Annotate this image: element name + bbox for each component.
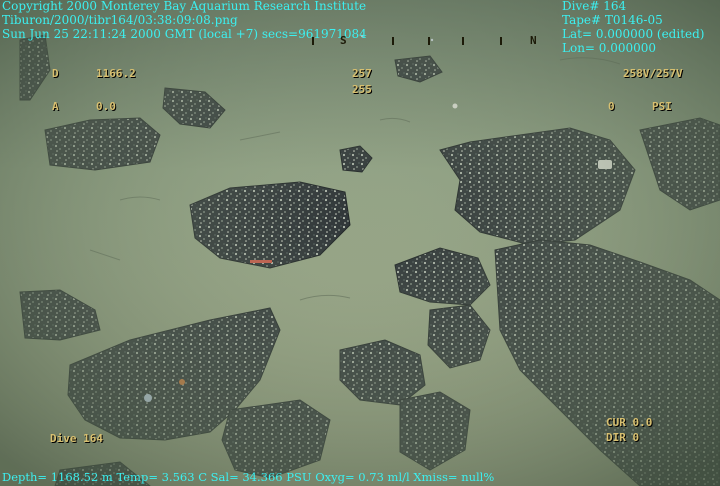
longitude-text: Lon= 0.000000 xyxy=(562,41,657,55)
current-readout: CUR 0.0 xyxy=(606,416,653,429)
video-frame: Copyright 2000 Monterey Bay Aquarium Res… xyxy=(0,0,720,486)
heading-1: 257 xyxy=(352,67,372,80)
depth-label: D xyxy=(52,67,59,80)
dive-number-text: Dive# 164 xyxy=(562,0,627,13)
compass-tick xyxy=(428,37,430,45)
depth-value: 1166.2 xyxy=(96,67,136,80)
compass-mark-n: N xyxy=(530,34,537,47)
latitude-text: Lat= 0.000000 (edited) xyxy=(562,27,705,41)
altitude-label: A xyxy=(52,100,59,113)
compass-mark-s: S xyxy=(340,34,347,47)
pressure-label: PSI xyxy=(652,100,672,113)
pressure-value: 0 xyxy=(608,100,615,113)
direction-readout: DIR 0 xyxy=(606,431,640,444)
heading-2: 255 xyxy=(352,83,372,96)
tape-number-text: Tape# T0146-05 xyxy=(562,13,663,27)
altitude-value: 0.0 xyxy=(96,100,116,113)
dive-overlay-label: Dive 164 xyxy=(50,432,103,445)
compass-tick xyxy=(462,37,464,45)
file-name-text: Tiburon/2000/tibr164/03:38:09:08.png xyxy=(2,13,238,27)
compass-tick xyxy=(500,37,502,45)
heading-pair: 258V/257V xyxy=(623,67,683,80)
copyright-text: Copyright 2000 Monterey Bay Aquarium Res… xyxy=(2,0,367,13)
compass-tick xyxy=(392,37,394,45)
telemetry-footer: Depth= 1168.52 m Temp= 3.563 C Sal= 34.3… xyxy=(2,470,495,484)
compass-tick xyxy=(312,37,314,45)
